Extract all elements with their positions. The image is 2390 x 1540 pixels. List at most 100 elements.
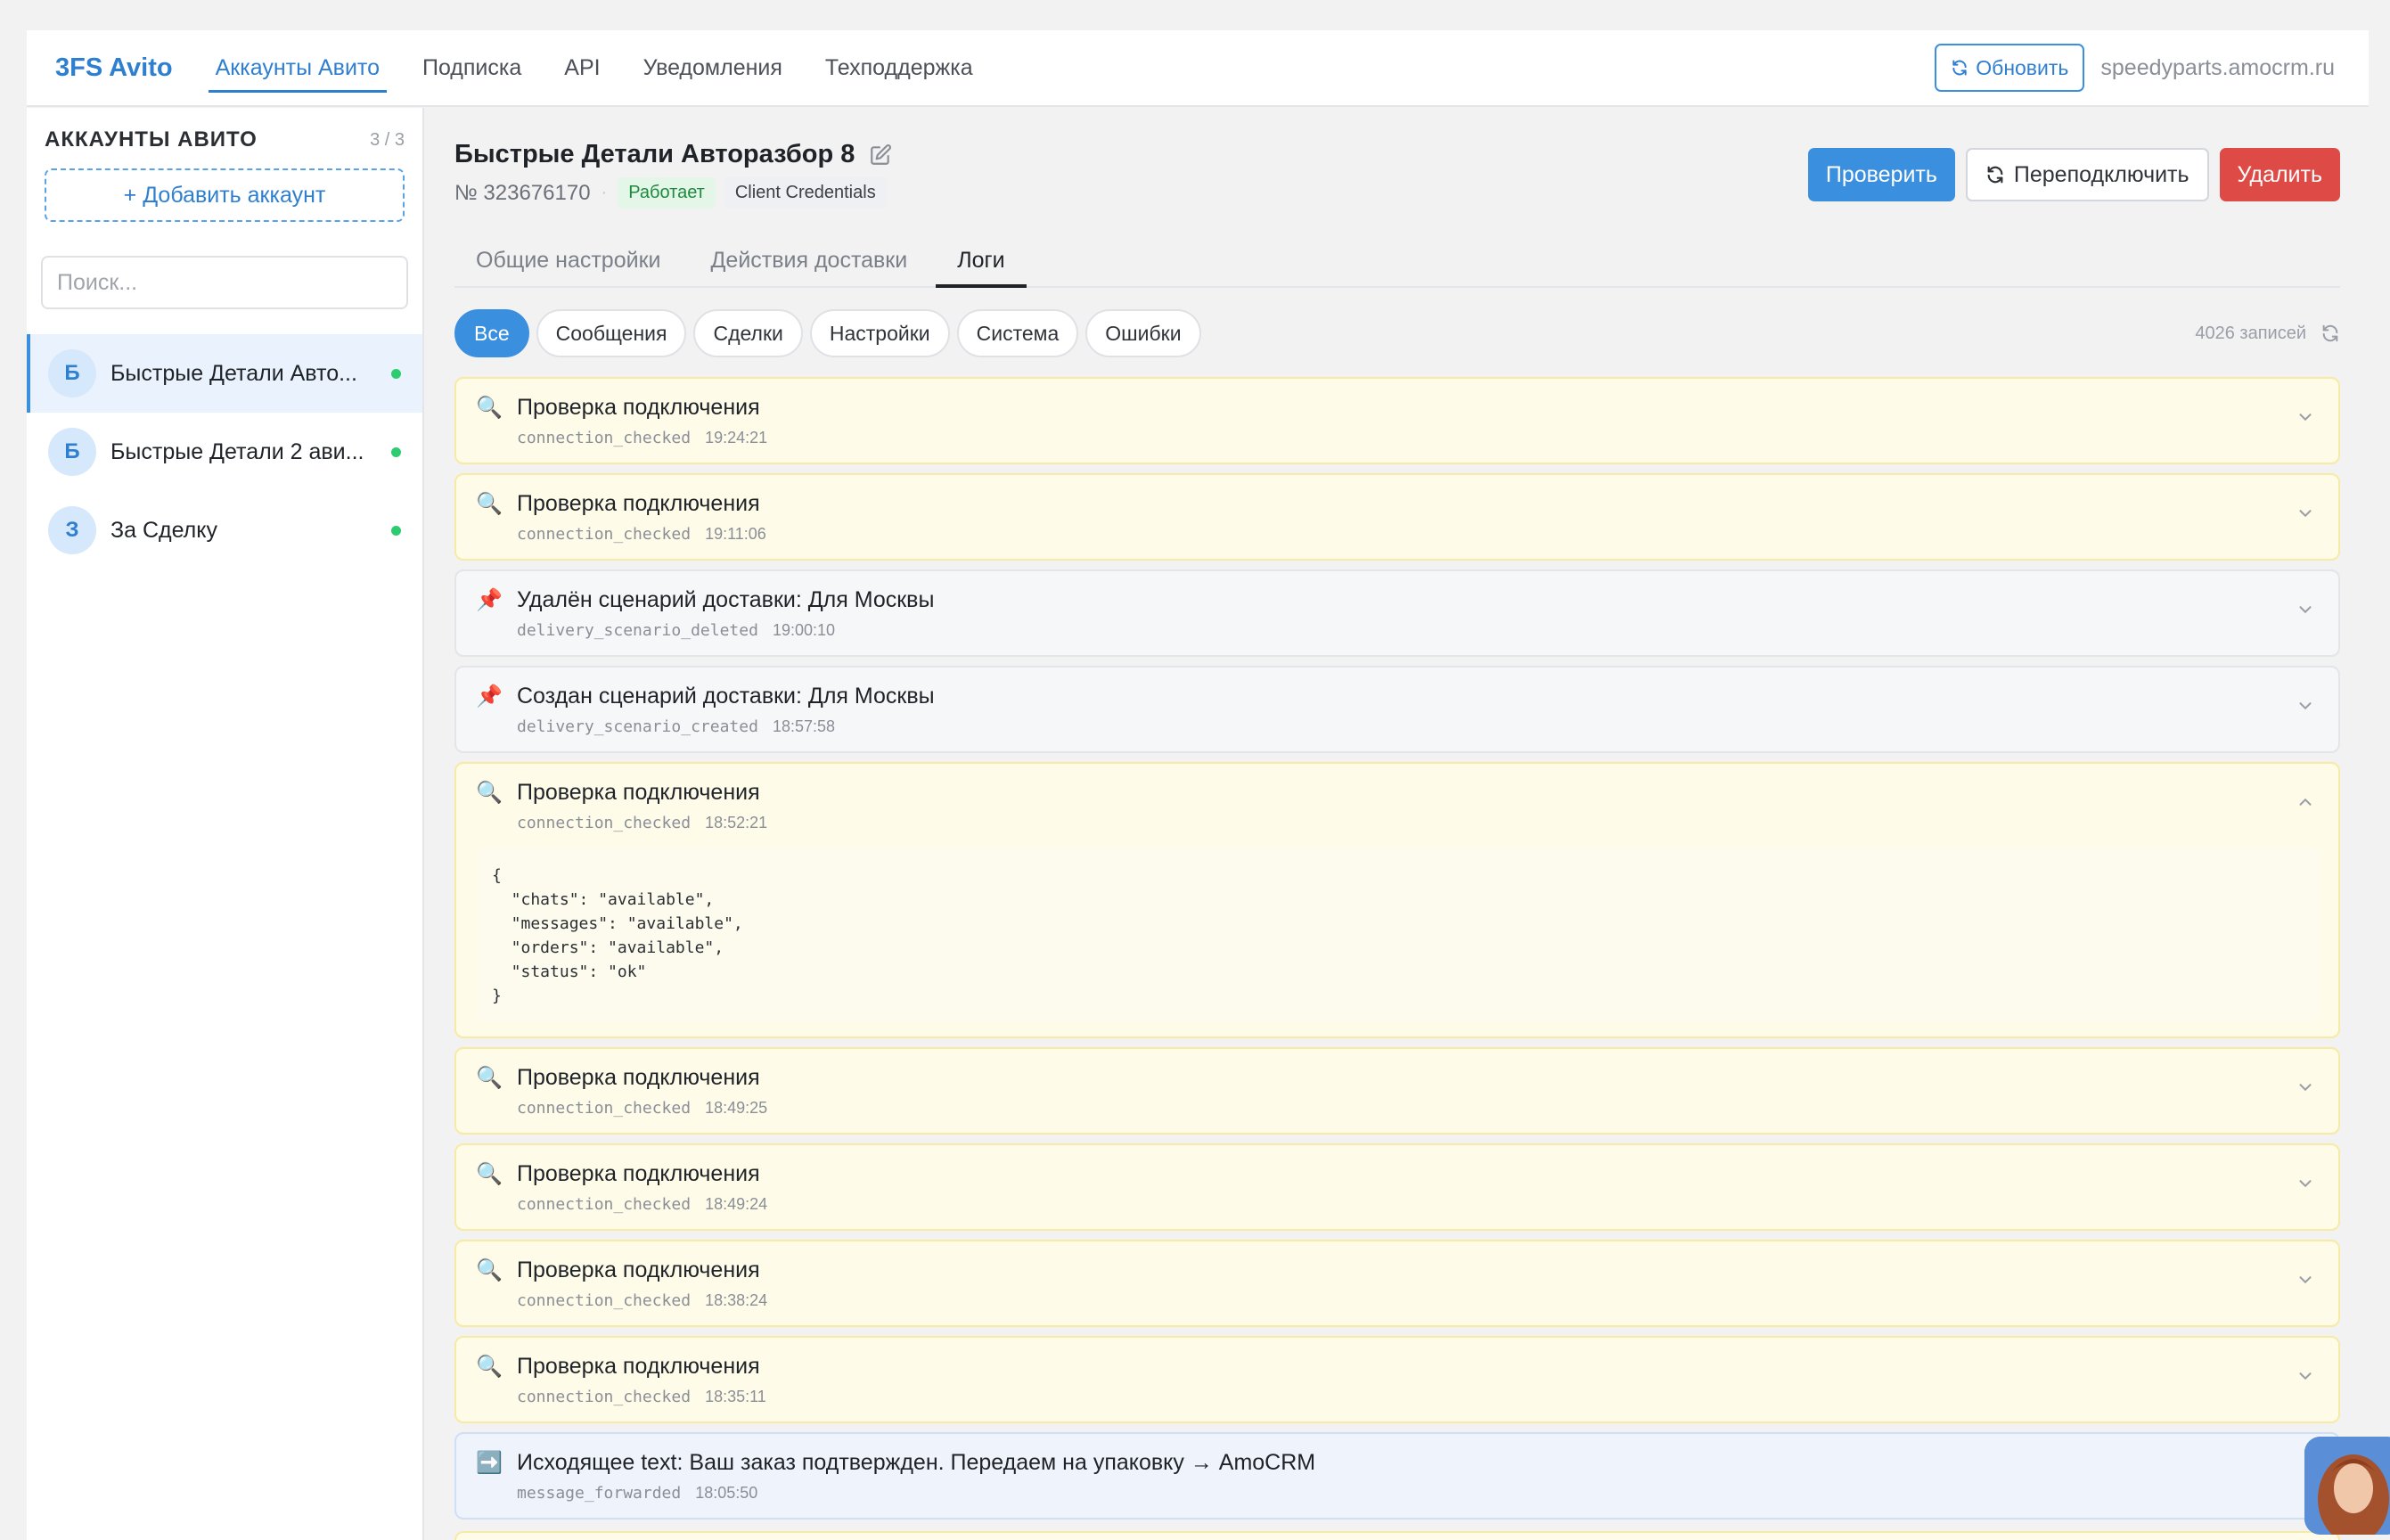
nav-subscription[interactable]: Подписка — [415, 30, 528, 105]
accounts-count: 3 / 3 — [370, 129, 405, 150]
tab-logs[interactable]: Логи — [936, 234, 1027, 288]
account-tabs: Общие настройки Действия доставки Логи — [454, 234, 2340, 288]
magnifier-icon: 🔍 — [476, 396, 503, 420]
auth-type-badge: Client Credentials — [724, 177, 887, 209]
account-number: № 323676170 — [454, 180, 591, 205]
reconnect-button[interactable]: Переподключить — [1965, 148, 2209, 201]
chevron-down-icon[interactable] — [2296, 407, 2315, 427]
log-entry[interactable]: 🔍 Проверка подключения connection_checke… — [454, 377, 2340, 464]
refresh-icon — [1987, 166, 2003, 184]
refresh-button[interactable]: Обновить — [1935, 44, 2085, 92]
account-item[interactable]: З За Сделку — [27, 491, 422, 569]
log-meta: connection_checked 18:49:25 — [517, 1099, 767, 1118]
log-time: 18:52:21 — [705, 814, 768, 831]
meta-separator: · — [601, 183, 608, 202]
delete-button[interactable]: Удалить — [2219, 148, 2340, 201]
log-code: connection_checked — [517, 1195, 692, 1214]
online-status-dot — [391, 525, 401, 536]
next-log-entry-partial — [454, 1531, 2340, 1540]
chevron-up-icon[interactable] — [2296, 792, 2315, 812]
account-avatar: З — [48, 506, 96, 554]
log-entry[interactable]: ➡️ Исходящее text: Ваш заказ подтвержден… — [454, 1432, 2340, 1520]
magnifier-icon: 🔍 — [476, 492, 503, 516]
account-actions: Проверить Переподключить Удалить — [1807, 148, 2340, 201]
chevron-down-icon[interactable] — [2296, 696, 2315, 716]
online-status-dot — [391, 446, 401, 457]
log-meta: connection_checked 19:11:06 — [517, 525, 766, 544]
log-entry[interactable]: 🔍 Проверка подключения connection_checke… — [454, 473, 2340, 561]
filter-settings[interactable]: Настройки — [809, 309, 950, 357]
pushpin-icon: 📌 — [476, 684, 503, 709]
log-code: connection_checked — [517, 525, 692, 544]
log-entry[interactable]: 🔍 Проверка подключения connection_checke… — [454, 1047, 2340, 1135]
account-item[interactable]: Б Быстрые Детали 2 ави... — [27, 413, 422, 491]
log-entry[interactable]: 🔍 Проверка подключения connection_checke… — [454, 1240, 2340, 1327]
edit-icon[interactable] — [869, 143, 892, 167]
chevron-down-icon[interactable] — [2296, 1270, 2315, 1290]
log-entry[interactable]: 📌 Удалён сценарий доставки: Для Москвы d… — [454, 569, 2340, 657]
log-meta: connection_checked 19:24:21 — [517, 429, 767, 447]
magnifier-icon: 🔍 — [476, 1066, 503, 1090]
nav-support[interactable]: Техподдержка — [818, 30, 980, 105]
chevron-down-icon[interactable] — [2296, 1366, 2315, 1386]
nav-accounts[interactable]: Аккаунты Авито — [208, 30, 388, 105]
accounts-sidebar: АККАУНТЫ АВИТО 3 / 3 + Добавить аккаунт … — [27, 108, 424, 1540]
refresh-icon — [1952, 60, 1967, 76]
account-name: Быстрые Детали 2 ави... — [110, 438, 364, 464]
pushpin-icon: 📌 — [476, 588, 503, 612]
log-meta: message_forwarded 18:05:50 — [517, 1484, 757, 1503]
magnifier-icon: 🔍 — [476, 781, 503, 805]
chevron-down-icon[interactable] — [2296, 1174, 2315, 1193]
log-time: 19:11:06 — [705, 525, 766, 543]
account-title-row: Быстрые Детали Авторазбор 8 — [454, 140, 892, 169]
reload-icon[interactable] — [2320, 324, 2340, 343]
chevron-down-icon[interactable] — [2296, 600, 2315, 619]
tab-general-settings[interactable]: Общие настройки — [454, 234, 682, 286]
log-title: Создан сценарий доставки: Для Москвы — [517, 684, 935, 709]
filter-messages[interactable]: Сообщения — [536, 309, 687, 357]
nav-notifications[interactable]: Уведомления — [636, 30, 790, 105]
filter-all[interactable]: Все — [454, 309, 529, 357]
account-list: Б Быстрые Детали Авто... Б Быстрые Детал… — [27, 334, 422, 569]
chevron-down-icon[interactable] — [2296, 504, 2315, 523]
log-list: 🔍 Проверка подключения connection_checke… — [454, 377, 2340, 1528]
log-time: 18:49:24 — [705, 1195, 768, 1213]
log-title: Проверка подключения — [517, 1161, 760, 1186]
add-account-button[interactable]: + Добавить аккаунт — [45, 168, 405, 222]
status-badge: Работает — [618, 177, 716, 209]
log-meta: delivery_scenario_deleted 19:00:10 — [517, 621, 835, 640]
log-code: connection_checked — [517, 429, 692, 447]
log-entry-expanded[interactable]: 🔍 Проверка подключения connection_checke… — [454, 762, 2340, 1038]
filter-errors[interactable]: Ошибки — [1085, 309, 1201, 357]
log-entry[interactable]: 📌 Создан сценарий доставки: Для Москвы d… — [454, 666, 2340, 753]
check-button[interactable]: Проверить — [1807, 148, 1955, 201]
log-title: Проверка подключения — [517, 1065, 760, 1090]
refresh-button-label: Обновить — [1976, 55, 2069, 79]
log-code: connection_checked — [517, 1291, 692, 1310]
log-code: connection_checked — [517, 1099, 692, 1118]
chevron-down-icon[interactable] — [2296, 1077, 2315, 1097]
tab-delivery-actions[interactable]: Действия доставки — [689, 234, 929, 286]
account-search-input[interactable]: Поиск... — [41, 256, 408, 309]
filter-system[interactable]: Система — [956, 309, 1079, 357]
log-entry[interactable]: 🔍 Проверка подключения connection_checke… — [454, 1336, 2340, 1423]
online-status-dot — [391, 368, 401, 379]
support-avatar-icon — [2304, 1437, 2390, 1535]
log-meta: connection_checked 18:49:24 — [517, 1195, 767, 1214]
nav-api[interactable]: API — [557, 30, 607, 105]
log-code: connection_checked — [517, 814, 692, 832]
account-avatar: Б — [48, 428, 96, 476]
magnifier-icon: 🔍 — [476, 1162, 503, 1186]
support-chat-widget[interactable] — [2304, 1437, 2390, 1535]
brand-logo[interactable]: 3FS Avito — [55, 53, 173, 83]
log-time: 18:49:25 — [705, 1099, 768, 1117]
log-time: 18:35:11 — [705, 1388, 766, 1405]
log-title: Проверка подключения — [517, 395, 760, 420]
account-name: Быстрые Детали Авто... — [110, 360, 357, 386]
log-entry[interactable]: 🔍 Проверка подключения connection_checke… — [454, 1143, 2340, 1231]
filter-deals[interactable]: Сделки — [693, 309, 803, 357]
log-code: message_forwarded — [517, 1484, 682, 1503]
records-info: 4026 записей — [2195, 324, 2340, 344]
log-title: Удалён сценарий доставки: Для Москвы — [517, 587, 935, 612]
account-item[interactable]: Б Быстрые Детали Авто... — [27, 334, 422, 413]
